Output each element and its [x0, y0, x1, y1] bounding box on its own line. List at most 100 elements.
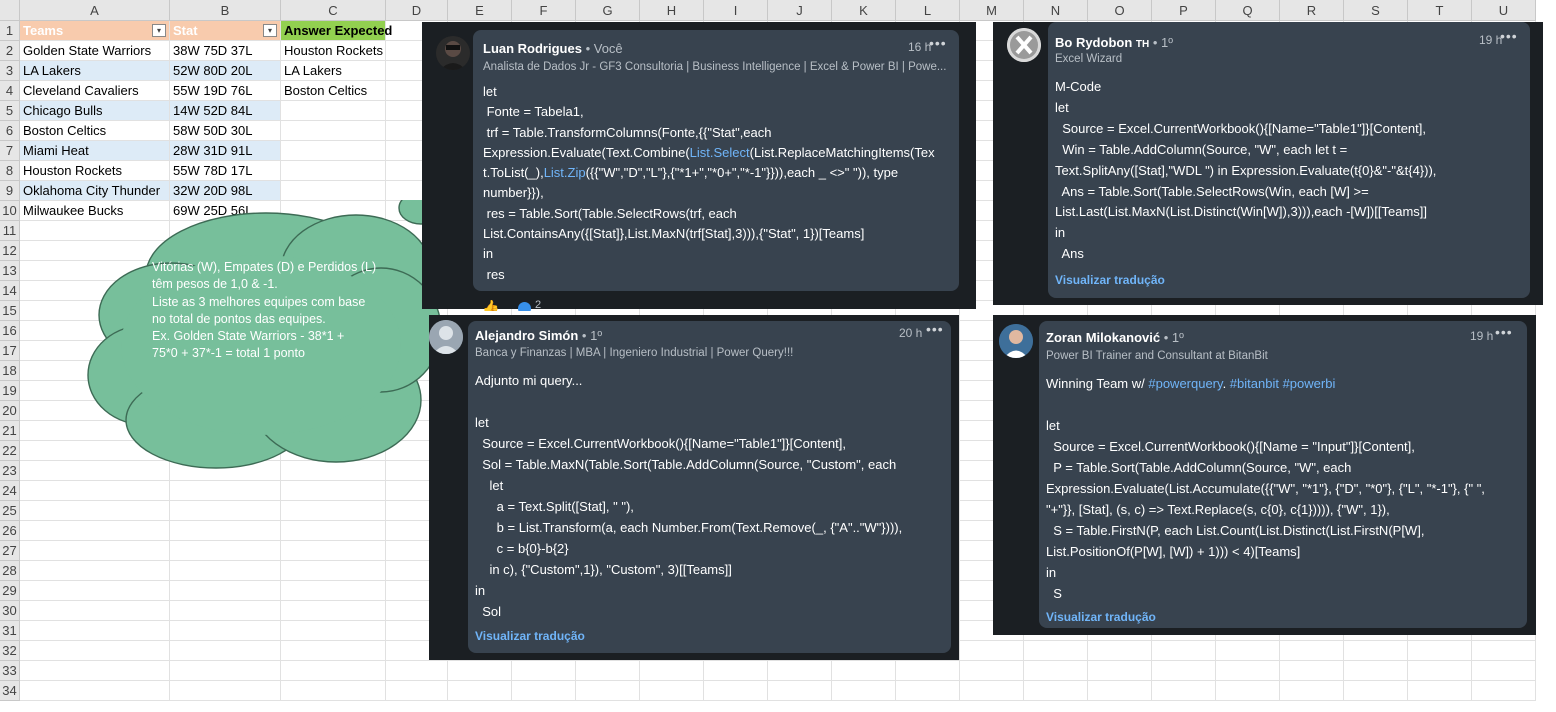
row-header[interactable]: 29: [0, 581, 20, 601]
cell[interactable]: [170, 681, 281, 701]
column-header-b[interactable]: B: [170, 0, 281, 21]
row-header[interactable]: 19: [0, 381, 20, 401]
reactions-bar[interactable]: 👍 2: [482, 299, 602, 311]
row-header[interactable]: 10: [0, 201, 20, 221]
header-teams[interactable]: Teams: [20, 21, 170, 41]
hashtag-link[interactable]: #powerquery: [1148, 376, 1222, 391]
cell[interactable]: [386, 681, 448, 701]
cell[interactable]: [281, 681, 386, 701]
column-header-a[interactable]: A: [20, 0, 170, 21]
cell[interactable]: [1088, 681, 1152, 701]
team-cell[interactable]: Oklahoma City Thunder: [20, 181, 170, 201]
cell[interactable]: [1216, 641, 1280, 661]
answer-cell[interactable]: LA Lakers: [281, 61, 386, 81]
column-header-c[interactable]: C: [281, 0, 386, 21]
row-header[interactable]: 31: [0, 621, 20, 641]
avatar[interactable]: [436, 36, 470, 70]
cell[interactable]: [448, 661, 512, 681]
cell[interactable]: [170, 661, 281, 681]
cell[interactable]: [281, 621, 386, 641]
author-name[interactable]: Bo Rydobon TH • 1º: [1055, 35, 1173, 50]
cell[interactable]: [1216, 661, 1280, 681]
team-cell[interactable]: Houston Rockets: [20, 161, 170, 181]
hashtag-link[interactable]: List.Zip: [544, 165, 586, 180]
cell[interactable]: [960, 641, 1024, 661]
cell[interactable]: [704, 661, 768, 681]
cell[interactable]: [1344, 681, 1408, 701]
cell[interactable]: [1216, 681, 1280, 701]
row-header[interactable]: 12: [0, 241, 20, 261]
cell[interactable]: [20, 601, 170, 621]
row-header[interactable]: 4: [0, 81, 20, 101]
column-header-r[interactable]: R: [1280, 0, 1344, 21]
row-header[interactable]: 14: [0, 281, 20, 301]
row-header[interactable]: 5: [0, 101, 20, 121]
column-header-i[interactable]: I: [704, 0, 768, 21]
cell[interactable]: [281, 561, 386, 581]
row-header[interactable]: 6: [0, 121, 20, 141]
cell[interactable]: [1344, 641, 1408, 661]
cell[interactable]: [281, 581, 386, 601]
column-header-e[interactable]: E: [448, 0, 512, 21]
hashtag-link[interactable]: #bitanbit: [1230, 376, 1279, 391]
cell[interactable]: [1280, 661, 1344, 681]
column-header-m[interactable]: M: [960, 0, 1024, 21]
more-options-icon[interactable]: •••: [926, 321, 944, 337]
column-header-l[interactable]: L: [896, 0, 960, 21]
cell[interactable]: [768, 681, 832, 701]
column-header-g[interactable]: G: [576, 0, 640, 21]
row-header[interactable]: 32: [0, 641, 20, 661]
cell[interactable]: [281, 661, 386, 681]
cell[interactable]: [281, 601, 386, 621]
row-header[interactable]: 13: [0, 261, 20, 281]
more-options-icon[interactable]: •••: [929, 35, 947, 51]
cell[interactable]: [281, 101, 386, 121]
cell[interactable]: [1408, 661, 1472, 681]
cell[interactable]: [1472, 661, 1536, 681]
row-header[interactable]: 26: [0, 521, 20, 541]
team-cell[interactable]: LA Lakers: [20, 61, 170, 81]
cell[interactable]: [1472, 681, 1536, 701]
cell[interactable]: [170, 521, 281, 541]
filter-stat-icon[interactable]: ▾: [263, 24, 277, 37]
cell[interactable]: [281, 481, 386, 501]
cell[interactable]: [640, 681, 704, 701]
cell[interactable]: [576, 681, 640, 701]
hashtag-link[interactable]: #powerbi: [1283, 376, 1336, 391]
cell[interactable]: [640, 661, 704, 681]
stat-cell[interactable]: 58W 50D 30L: [170, 121, 281, 141]
column-header-n[interactable]: N: [1024, 0, 1088, 21]
cell[interactable]: [170, 541, 281, 561]
column-header-j[interactable]: J: [768, 0, 832, 21]
stat-cell[interactable]: 52W 80D 20L: [170, 61, 281, 81]
cell[interactable]: [896, 661, 960, 681]
cell[interactable]: [1088, 641, 1152, 661]
column-header-p[interactable]: P: [1152, 0, 1216, 21]
stat-cell[interactable]: 38W 75D 37L: [170, 41, 281, 61]
filter-teams-icon[interactable]: ▾: [152, 24, 166, 37]
team-cell[interactable]: Boston Celtics: [20, 121, 170, 141]
stat-cell[interactable]: 55W 19D 76L: [170, 81, 281, 101]
cell[interactable]: [20, 641, 170, 661]
cell[interactable]: [1280, 681, 1344, 701]
answer-cell[interactable]: Houston Rockets: [281, 41, 386, 61]
cell[interactable]: [170, 621, 281, 641]
stat-cell[interactable]: 28W 31D 91L: [170, 141, 281, 161]
cell[interactable]: [281, 161, 386, 181]
cell[interactable]: [1024, 681, 1088, 701]
stat-cell[interactable]: 55W 78D 17L: [170, 161, 281, 181]
column-header-s[interactable]: S: [1344, 0, 1408, 21]
row-header[interactable]: 22: [0, 441, 20, 461]
cell[interactable]: [576, 661, 640, 681]
row-header[interactable]: 9: [0, 181, 20, 201]
row-header[interactable]: 33: [0, 661, 20, 681]
row-header[interactable]: 17: [0, 341, 20, 361]
stat-cell[interactable]: 14W 52D 84L: [170, 101, 281, 121]
cell[interactable]: [281, 121, 386, 141]
cell[interactable]: [20, 561, 170, 581]
cell[interactable]: [281, 181, 386, 201]
cell[interactable]: [170, 561, 281, 581]
team-cell[interactable]: Cleveland Cavaliers: [20, 81, 170, 101]
cell[interactable]: [896, 681, 960, 701]
translate-link[interactable]: Visualizar tradução: [1055, 273, 1165, 287]
